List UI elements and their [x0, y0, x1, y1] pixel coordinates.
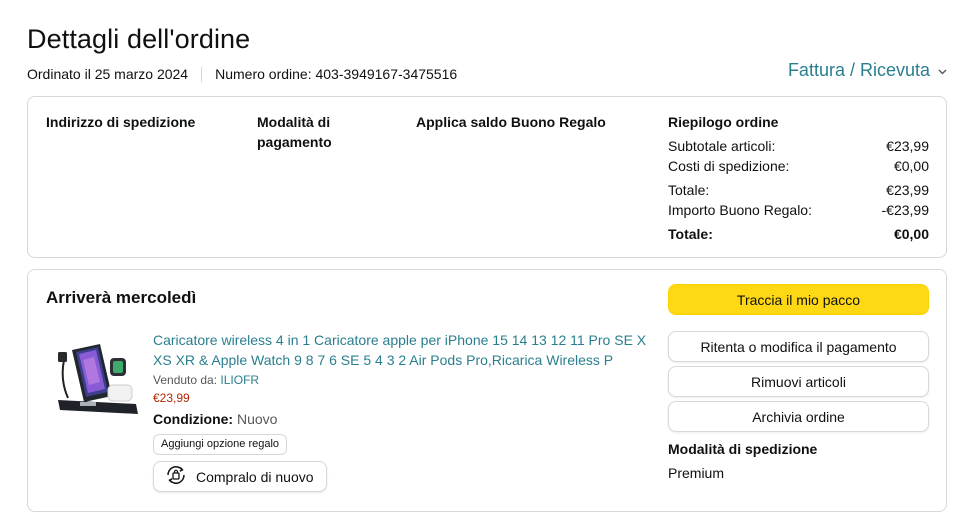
payment-method-heading: Modalità di pagamento	[257, 114, 332, 150]
product-title-link[interactable]: Caricatore wireless 4 in 1 Caricatore ap…	[153, 330, 648, 370]
summary-row-total: Totale: €23,99	[668, 180, 929, 200]
buy-again-icon	[164, 463, 188, 490]
add-gift-option-button[interactable]: Aggiungi opzione regalo	[153, 434, 288, 455]
summary-value: €0,00	[893, 226, 929, 242]
order-summary: Riepilogo ordine Subtotale articoli: €23…	[668, 112, 929, 244]
shipment-card: Arriverà mercoledì Caricatore wireless 4…	[27, 269, 947, 512]
order-date: Ordinato il 25 marzo 2024	[27, 66, 189, 82]
order-details-card: Indirizzo di spedizione Modalità di paga…	[27, 96, 947, 258]
product-condition: Condizione: Nuovo	[153, 409, 648, 429]
page-title: Dettagli dell'ordine	[27, 24, 251, 54]
buy-again-button[interactable]: Compralo di nuovo	[153, 461, 327, 492]
summary-row-gift-card: Importo Buono Regalo: -€23,99	[668, 200, 929, 220]
invoice-label: Fattura / Ricevuta	[787, 60, 930, 80]
sold-by-label: Venduto da:	[153, 373, 218, 387]
condition-label: Condizione:	[153, 411, 234, 427]
shipping-method-value: Premium	[668, 465, 725, 481]
product-info: Caricatore wireless 4 in 1 Caricatore ap…	[153, 330, 648, 492]
retry-payment-button[interactable]: Ritenta o modifica il pagamento	[668, 331, 929, 362]
product-image[interactable]	[50, 330, 144, 420]
summary-row-shipping: Costi di spedizione: €0,00	[668, 156, 929, 176]
condition-value: Nuovo	[237, 411, 278, 427]
shipping-address-heading: Indirizzo di spedizione	[46, 114, 196, 130]
invoice-dropdown[interactable]: Fattura / Ricevuta	[788, 60, 947, 81]
buy-again-label: Compralo di nuovo	[196, 468, 314, 485]
summary-label: Costi di spedizione:	[668, 158, 790, 174]
order-meta: Ordinato il 25 marzo 2024 Numero ordine:…	[27, 66, 457, 82]
remove-items-button[interactable]: Rimuovi articoli	[668, 366, 929, 397]
meta-divider	[201, 66, 203, 82]
summary-value: €0,00	[893, 158, 929, 174]
order-number: Numero ordine: 403-3949167-3475516	[215, 66, 458, 82]
shipping-method-heading: Modalità di spedizione	[668, 441, 818, 457]
summary-label: Importo Buono Regalo:	[668, 202, 812, 218]
gift-card-heading: Applica saldo Buono Regalo	[416, 114, 606, 130]
seller-link[interactable]: ILIOFR	[220, 373, 259, 387]
order-summary-title: Riepilogo ordine	[668, 114, 779, 130]
arrival-status: Arriverà mercoledì	[46, 288, 197, 307]
summary-value: -€23,99	[881, 202, 929, 218]
product-price: €23,99	[153, 391, 190, 405]
summary-label: Totale:	[668, 182, 710, 198]
summary-label: Totale:	[668, 226, 713, 242]
summary-row-subtotal: Subtotale articoli: €23,99	[668, 136, 929, 156]
track-package-button[interactable]: Traccia il mio pacco	[668, 284, 929, 315]
sold-by: Venduto da: ILIOFR	[153, 372, 648, 388]
summary-row-grand-total: Totale: €0,00	[668, 224, 929, 244]
summary-label: Subtotale articoli:	[668, 138, 776, 154]
summary-value: €23,99	[886, 138, 929, 154]
archive-order-button[interactable]: Archivia ordine	[668, 401, 929, 432]
chevron-down-icon	[938, 66, 947, 78]
summary-value: €23,99	[886, 182, 929, 198]
